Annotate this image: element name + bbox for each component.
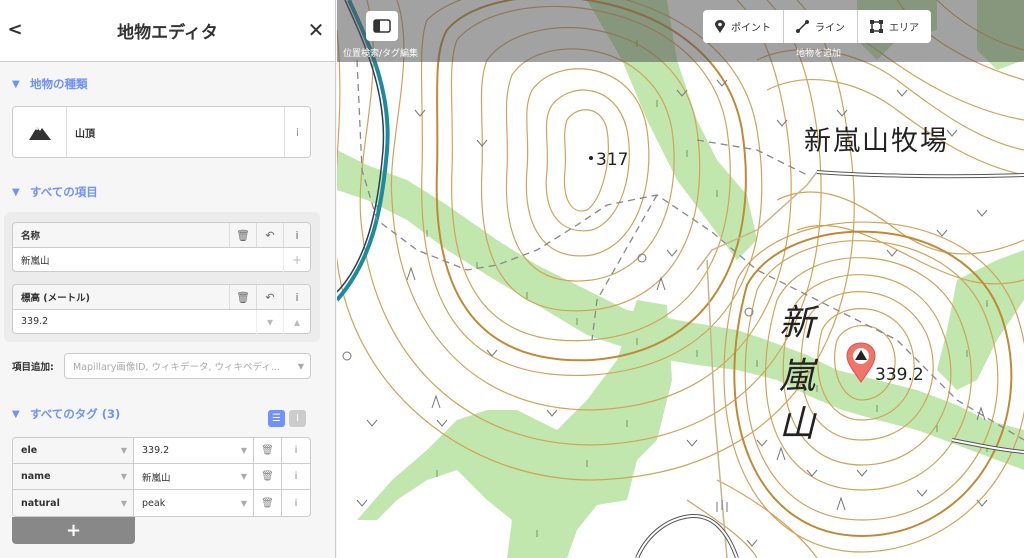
chevron-down-icon: ▼ (12, 186, 20, 198)
peak-339-label: 339.2 (875, 365, 924, 385)
mountain-name-char-2: 嵐 (779, 356, 819, 397)
chevron-down-icon: ▼ (240, 498, 248, 508)
mountain-peak-icon (28, 127, 51, 140)
trash-icon[interactable]: 🗑 (254, 464, 282, 489)
fields-section-toggle[interactable]: ▼ すべての項目 (0, 182, 98, 202)
increment-icon[interactable]: ▴ (283, 309, 310, 334)
add-tag-button[interactable]: + (12, 517, 135, 544)
tag-key-input[interactable]: ele ▼ (13, 438, 134, 463)
peak-preset-icon-box (13, 107, 67, 157)
info-icon[interactable]: i (282, 464, 310, 489)
tag-key-input[interactable]: natural ▼ (13, 490, 134, 516)
field-name-value: 新嵐山 (21, 255, 50, 267)
field-elevation-value: 339.2 (21, 316, 49, 327)
mountain-name-char-1: 新 (779, 303, 820, 344)
add-point-label: ポイント (731, 23, 771, 34)
tag-value-text: 新嵐山 (142, 472, 171, 484)
add-area-button[interactable]: エリア (858, 10, 931, 43)
info-icon[interactable]: i (283, 223, 310, 247)
field-name-input[interactable]: 新嵐山 + (12, 247, 311, 272)
tag-row: ele ▼ 339.2 ▼ 🗑 i (13, 438, 310, 464)
peak-317-label: 317 (596, 150, 628, 170)
info-icon[interactable]: i (283, 285, 310, 309)
info-icon[interactable]: i (282, 438, 310, 463)
preset-section-title: 地物の種類 (30, 77, 88, 91)
trash-icon[interactable]: 🗑 (254, 438, 282, 463)
feature-editor-sidebar: < 地物エディタ ✕ ▼ 地物の種類 山頂 i ▼ すべての項目 名称 🗑 ↶ … (0, 0, 336, 558)
map-canvas[interactable]: 317 新嵐山牧場 新 嵐 山 339.2 (337, 0, 1024, 558)
sidebar-toggle-icon (373, 19, 391, 33)
tag-key-text: name (21, 471, 51, 482)
add-field-row: 項目追加: Mapillary画像ID, ウィキデータ, ウィキペディ... ▼ (12, 353, 311, 379)
point-icon (715, 20, 725, 33)
chevron-down-icon: ▼ (12, 78, 20, 90)
preset-info-icon[interactable]: i (284, 107, 310, 157)
app-window: 317 新嵐山牧場 新 嵐 山 339.2 位置検索/タグ編集 ポイント ライン… (0, 0, 1024, 558)
peak-317-dot (589, 156, 593, 160)
field-name-header: 名称 🗑 ↶ i (12, 222, 311, 247)
tag-editor-table: ele ▼ 339.2 ▼ 🗑 i name ▼ 新嵐山 ▼ 🗑 i natural ▼ … (12, 437, 311, 517)
field-elevation-label: 標高 (メートル) (21, 293, 90, 304)
tag-key-text: natural (21, 497, 60, 509)
farm-label: 新嵐山牧場 (804, 126, 949, 157)
add-feature-caption: 地物を追加 (796, 49, 842, 59)
preset-section-toggle[interactable]: ▼ 地物の種類 (0, 74, 88, 94)
trash-icon[interactable]: 🗑 (229, 285, 256, 309)
chevron-down-icon: ▼ (240, 472, 248, 481)
tag-value-input[interactable]: peak ▼ (134, 490, 254, 516)
field-elevation-input[interactable]: 339.2 ▾ ▴ (12, 309, 311, 334)
chevron-down-icon: ▼ (12, 408, 20, 420)
close-button[interactable]: ✕ (305, 19, 327, 41)
tag-value-input[interactable]: 339.2 ▼ (134, 438, 254, 463)
chevron-down-icon: ▼ (120, 472, 128, 481)
tag-row: name ▼ 新嵐山 ▼ 🗑 i (13, 464, 310, 490)
add-line-label: ライン (815, 23, 845, 34)
field-name: 名称 🗑 ↶ i 新嵐山 + (12, 222, 311, 272)
chevron-down-icon: ▼ (240, 446, 248, 455)
chevron-down-icon: ▼ (120, 446, 128, 455)
sidebar-title: 地物エディタ (117, 23, 218, 43)
field-name-label: 名称 (21, 231, 41, 242)
trash-icon[interactable]: 🗑 (229, 223, 256, 247)
tag-view-switcher: ☰ I (268, 410, 306, 427)
trash-icon[interactable]: 🗑 (254, 490, 282, 516)
sidebar-toggle-caption: 位置検索/タグ編集 (343, 49, 419, 59)
back-button[interactable]: < (6, 19, 24, 41)
add-field-placeholder: Mapillary画像ID, ウィキデータ, ウィキペディ... (73, 362, 280, 373)
add-field-label: 項目追加: (12, 362, 54, 373)
tags-section-toggle[interactable]: ▼ すべてのタグ (3) (0, 404, 120, 424)
tag-value-text: 339.2 (142, 445, 170, 456)
undo-icon[interactable]: ↶ (256, 223, 283, 247)
add-area-label: エリア (889, 23, 919, 34)
tag-key-input[interactable]: name ▼ (13, 464, 134, 489)
tag-key-text: ele (21, 445, 38, 456)
preset-name: 山頂 (75, 128, 95, 140)
info-icon[interactable]: i (282, 490, 310, 516)
text-view-icon[interactable]: I (289, 410, 306, 427)
fields-section-title: すべての項目 (30, 185, 98, 199)
add-line-button[interactable]: ライン (784, 10, 858, 43)
field-elevation: 標高 (メートル) 🗑 ↶ i 339.2 ▾ ▴ (12, 284, 311, 334)
chevron-down-icon: ▼ (120, 498, 128, 508)
plus-icon[interactable]: + (283, 247, 310, 272)
chevron-down-icon: ▼ (297, 361, 305, 371)
tag-row: natural ▼ peak ▼ 🗑 i (13, 490, 310, 516)
preset-selector[interactable]: 山頂 i (12, 106, 311, 158)
undo-icon[interactable]: ↶ (256, 285, 283, 309)
tag-value-text: peak (142, 497, 166, 509)
tag-value-input[interactable]: 新嵐山 ▼ (134, 464, 254, 489)
add-point-button[interactable]: ポイント (703, 10, 784, 43)
line-icon (796, 20, 809, 33)
field-elevation-header: 標高 (メートル) 🗑 ↶ i (12, 284, 311, 309)
add-feature-toolbar: ポイント ライン エリア (703, 10, 931, 43)
list-view-icon[interactable]: ☰ (268, 410, 285, 427)
area-icon (870, 20, 883, 33)
add-field-combobox[interactable]: Mapillary画像ID, ウィキデータ, ウィキペディ... ▼ (64, 353, 311, 379)
mountain-name-char-3: 山 (779, 404, 817, 445)
topographic-map: 317 新嵐山牧場 新 嵐 山 339.2 (337, 0, 1024, 558)
decrement-icon[interactable]: ▾ (256, 309, 283, 334)
sidebar-toggle-button[interactable] (366, 11, 398, 41)
sidebar-header: < 地物エディタ ✕ (0, 0, 335, 62)
tags-section-title: すべてのタグ (3) (30, 407, 121, 421)
